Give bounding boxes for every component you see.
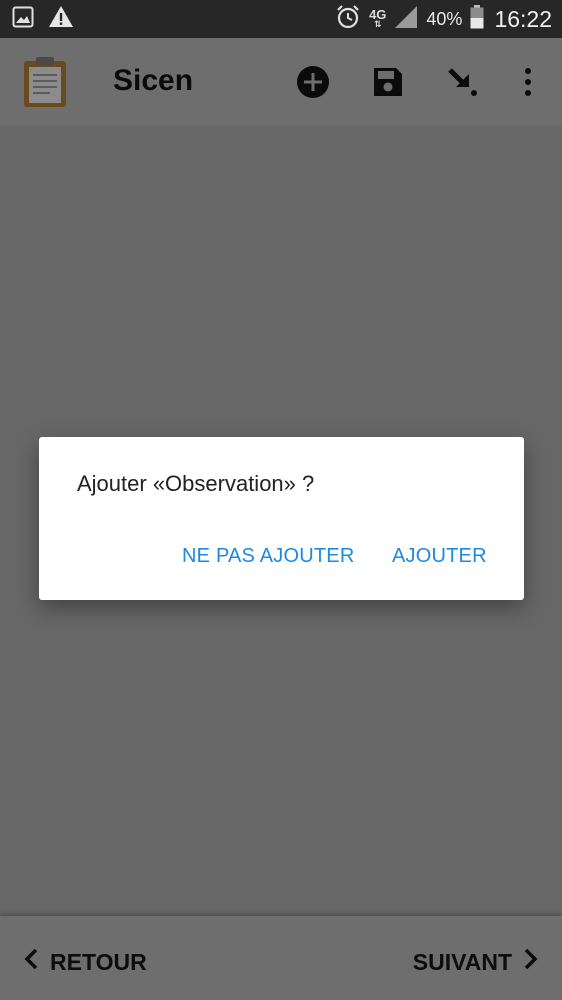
add-icon[interactable]	[295, 64, 331, 100]
bottom-nav-bar: RETOUR SUIVANT	[0, 916, 562, 1000]
save-icon[interactable]	[370, 64, 406, 100]
clipboard-logo-icon	[22, 56, 68, 108]
warning-icon	[48, 5, 74, 33]
confirm-dialog: Ajouter «Observation» ? NE PAS AJOUTER A…	[39, 437, 524, 600]
image-icon	[12, 6, 34, 33]
do-not-add-button[interactable]: NE PAS AJOUTER	[182, 545, 354, 568]
back-label: RETOUR	[50, 948, 147, 975]
dialog-message: Ajouter «Observation» ?	[77, 471, 315, 496]
network-indicator: 4G ⇅	[369, 8, 386, 29]
status-left	[12, 5, 88, 33]
chevron-left-icon	[24, 948, 38, 976]
next-button[interactable]: SUIVANT	[413, 948, 538, 976]
back-button[interactable]: RETOUR	[24, 948, 147, 976]
app-bar: Sicen	[0, 38, 562, 126]
status-right: 4G ⇅ 40% 16:22	[327, 4, 552, 35]
battery-percent: 40%	[426, 8, 463, 29]
battery-icon	[470, 4, 484, 34]
more-icon[interactable]	[510, 64, 546, 100]
chevron-right-icon	[524, 948, 538, 976]
status-bar: 4G ⇅ 40% 16:22	[0, 0, 562, 38]
data-arrows-icon: ⇅	[373, 19, 382, 29]
next-label: SUIVANT	[412, 948, 512, 975]
add-button[interactable]: AJOUTER	[392, 545, 487, 568]
alarm-icon	[335, 4, 361, 35]
app-title: Sicen	[113, 64, 194, 97]
download-icon[interactable]	[444, 64, 480, 100]
clock: 16:22	[494, 5, 552, 32]
signal-icon	[394, 5, 418, 34]
